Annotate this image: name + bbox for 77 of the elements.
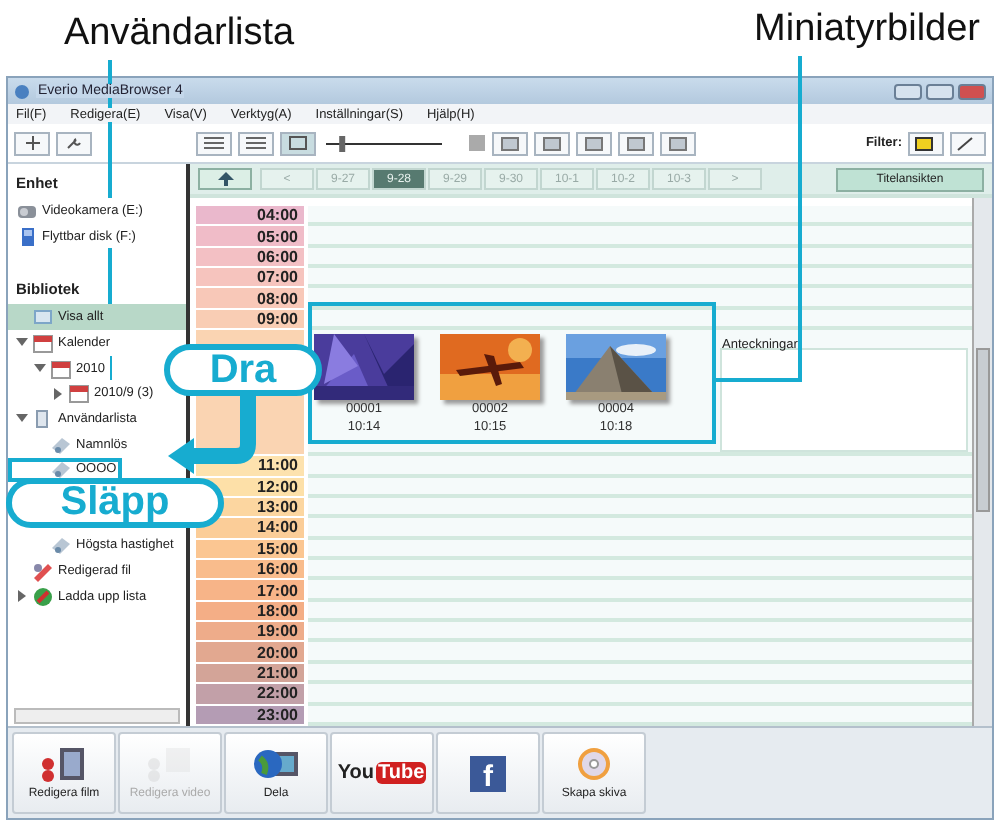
- time-label: 04:00: [196, 206, 304, 227]
- single-view-icon: [288, 136, 308, 150]
- scissors-icon: [146, 746, 194, 782]
- close-button[interactable]: [958, 83, 986, 99]
- time-label: 05:00: [196, 226, 304, 248]
- expanded-arrow-icon[interactable]: [16, 412, 28, 425]
- time-label: 06:00: [196, 247, 304, 269]
- time-label: 17:00: [196, 580, 304, 602]
- time-label: 19:00: [196, 622, 304, 643]
- upload-button[interactable]: f: [436, 732, 540, 814]
- photo-icon: [542, 135, 562, 151]
- up-arrow-icon: [215, 172, 235, 186]
- wrench-icon: [65, 136, 83, 150]
- edit-icon: [32, 560, 54, 583]
- toolbar-button[interactable]: [534, 131, 570, 155]
- globe-icon: [32, 585, 54, 608]
- list-icon: [50, 534, 72, 557]
- view-button[interactable]: [280, 131, 316, 155]
- time-label: 22:00: [196, 684, 304, 706]
- upload-button[interactable]: You Tube: [330, 732, 434, 814]
- tools-button[interactable]: [56, 131, 92, 155]
- time-label: 07:00: [196, 268, 304, 289]
- zoom-in-icon: [468, 134, 486, 152]
- time-label: 15:00: [196, 539, 304, 560]
- callout-label: Släpp: [6, 478, 224, 528]
- sort-dropdown[interactable]: [950, 131, 986, 155]
- horizontal-scrollbar[interactable]: [14, 708, 180, 724]
- list-icon: [50, 458, 72, 481]
- vertical-scrollbar[interactable]: [972, 198, 992, 726]
- collapsed-arrow-icon[interactable]: [16, 590, 28, 603]
- time-label: 08:00: [196, 288, 304, 310]
- view-button[interactable]: [238, 131, 274, 155]
- facebook-logo: f: [470, 755, 506, 791]
- list-view-icon: [246, 136, 266, 150]
- collapsed-arrow-icon[interactable]: [52, 387, 64, 400]
- time-label: 20:00: [196, 642, 304, 664]
- library-icon: [32, 306, 54, 329]
- calendar-icon: [32, 331, 54, 354]
- expanded-arrow-icon[interactable]: [16, 336, 28, 349]
- time-label: 09:00: [196, 309, 304, 331]
- minimize-button[interactable]: [894, 83, 922, 99]
- calendar-icon: [50, 357, 72, 380]
- up-button[interactable]: [198, 168, 252, 190]
- globe-film-icon: [252, 746, 300, 782]
- disc-icon: [576, 746, 612, 782]
- view-button[interactable]: [196, 131, 232, 155]
- toolbar-button[interactable]: [492, 131, 528, 155]
- list-icon: [50, 433, 72, 456]
- maximize-button[interactable]: [926, 83, 954, 99]
- expanded-arrow-icon[interactable]: [34, 362, 46, 375]
- add-button[interactable]: [14, 131, 50, 155]
- slider-thumb[interactable]: [339, 135, 346, 151]
- time-label: 21:00: [196, 663, 304, 685]
- grid-view-icon: [204, 136, 224, 150]
- callout-title: Användarlista: [64, 12, 295, 56]
- filter-dropdown[interactable]: [908, 131, 944, 155]
- calendar-icon: [68, 382, 90, 405]
- folder-icon: [32, 407, 54, 430]
- drive-icon: [16, 225, 38, 248]
- youtube-logo: You Tube: [337, 762, 427, 784]
- notes-field[interactable]: [720, 348, 968, 453]
- callout-label: Dra: [164, 344, 322, 396]
- copy-icon: [668, 135, 688, 151]
- print-icon: [626, 135, 646, 151]
- app-icon: [14, 83, 30, 99]
- time-label: 16:00: [196, 560, 304, 581]
- toolbar-button[interactable]: [576, 131, 612, 155]
- play-icon: [584, 135, 604, 151]
- time-label: 18:00: [196, 601, 304, 623]
- film-scissors-icon: [40, 746, 88, 782]
- time-label: 14:00: [196, 518, 304, 540]
- time-label: 23:00: [196, 705, 304, 726]
- callout-title: Miniatyrbilder: [754, 8, 980, 52]
- plus-icon: [25, 136, 39, 150]
- folder-icon: [914, 135, 938, 151]
- toolbar-button[interactable]: [618, 131, 654, 155]
- toolbar-button[interactable]: [660, 131, 696, 155]
